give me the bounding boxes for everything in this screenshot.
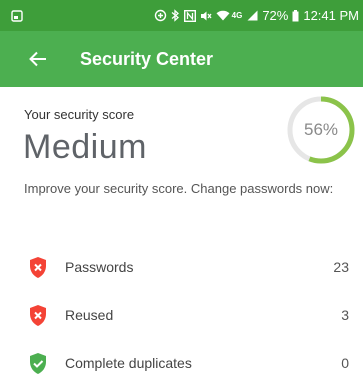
security-score-level: Medium (23, 128, 147, 166)
nfc-icon (183, 9, 196, 22)
shield-x-icon (27, 255, 49, 279)
page-title: Security Center (80, 48, 214, 69)
mute-icon (200, 10, 212, 22)
stat-label: Complete duplicates (65, 355, 192, 371)
arrow-back-icon (29, 51, 46, 67)
bluetooth-icon (171, 9, 180, 22)
data-saver-icon (154, 9, 167, 22)
security-score-label: Your security score (24, 107, 135, 122)
notification-icon (11, 9, 23, 22)
improve-score-text: Improve your security score. Change pass… (24, 181, 334, 196)
network-type-label: 4G (231, 11, 243, 20)
clock: 12:41 PM (303, 8, 359, 23)
status-bar: 4G 72% 12:41 PM (0, 0, 363, 31)
battery-icon (292, 9, 299, 22)
app-bar: Security Center (0, 31, 363, 87)
score-gauge: 56% (286, 95, 356, 165)
wifi-icon (216, 10, 230, 21)
signal-icon (246, 10, 258, 21)
stat-label: Reused (65, 307, 114, 323)
stat-count: 0 (341, 355, 349, 371)
back-button[interactable] (27, 48, 49, 70)
stat-count: 23 (333, 259, 349, 275)
score-percent: 56% (303, 120, 339, 139)
battery-percent: 72% (262, 8, 289, 23)
stat-row-passwords[interactable]: Passwords 23 (0, 252, 363, 282)
shield-check-icon (27, 351, 49, 375)
stat-row-reused[interactable]: Reused 3 (0, 300, 363, 330)
shield-x-icon (27, 303, 49, 327)
stat-label: Passwords (65, 259, 134, 275)
stat-count: 3 (341, 307, 349, 323)
stat-row-complete-duplicates[interactable]: Complete duplicates 0 (0, 348, 363, 378)
